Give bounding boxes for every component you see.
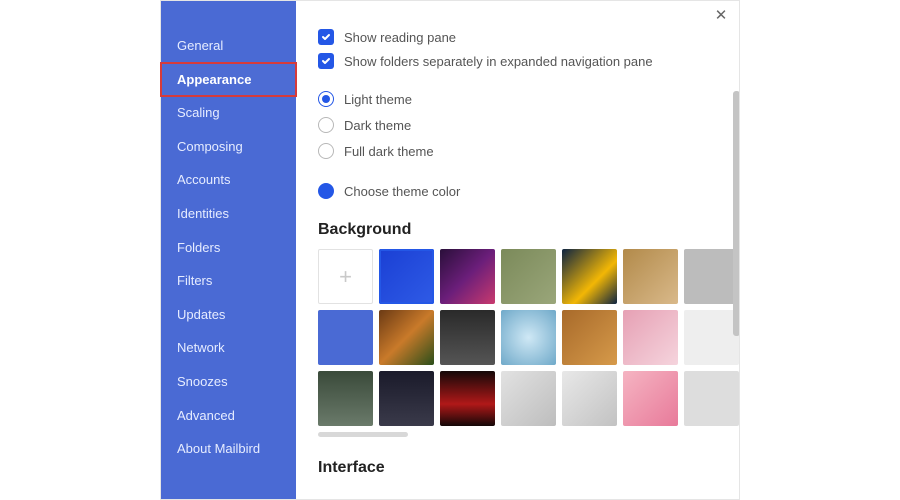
background-tile[interactable] xyxy=(684,310,739,365)
background-tile[interactable] xyxy=(440,310,495,365)
sidebar-item-snoozes[interactable]: Snoozes xyxy=(161,365,296,399)
close-button[interactable]: ✕ xyxy=(711,5,731,25)
background-tile[interactable] xyxy=(623,310,678,365)
content-scrollbar[interactable] xyxy=(733,91,739,336)
label-light-theme: Light theme xyxy=(344,92,412,107)
background-scrollbar[interactable] xyxy=(318,432,408,437)
sidebar-item-advanced[interactable]: Advanced xyxy=(161,399,296,433)
background-tile[interactable] xyxy=(684,371,739,426)
settings-dialog: General Appearance Scaling Composing Acc… xyxy=(160,0,740,500)
radio-light-theme[interactable] xyxy=(318,91,334,107)
label-reading-pane: Show reading pane xyxy=(344,30,456,45)
settings-sidebar: General Appearance Scaling Composing Acc… xyxy=(161,1,296,499)
background-tile[interactable] xyxy=(501,249,556,304)
background-tile[interactable] xyxy=(501,371,556,426)
label-dark-theme: Dark theme xyxy=(344,118,411,133)
sidebar-item-composing[interactable]: Composing xyxy=(161,130,296,164)
sidebar-item-identities[interactable]: Identities xyxy=(161,197,296,231)
section-title-interface: Interface xyxy=(318,459,717,477)
sidebar-item-accounts[interactable]: Accounts xyxy=(161,163,296,197)
radio-full-dark-theme[interactable] xyxy=(318,143,334,159)
background-tile[interactable] xyxy=(379,371,434,426)
background-tile[interactable] xyxy=(318,310,373,365)
background-tile[interactable] xyxy=(623,249,678,304)
background-tile[interactable] xyxy=(379,310,434,365)
checkbox-folders-separately[interactable] xyxy=(318,53,334,69)
radio-dark-theme[interactable] xyxy=(318,117,334,133)
plus-icon: + xyxy=(339,264,352,290)
background-tile[interactable] xyxy=(318,371,373,426)
sidebar-item-network[interactable]: Network xyxy=(161,331,296,365)
background-tile[interactable] xyxy=(501,310,556,365)
label-folders-separately: Show folders separately in expanded navi… xyxy=(344,54,653,69)
checkbox-reading-pane[interactable] xyxy=(318,29,334,45)
sidebar-item-scaling[interactable]: Scaling xyxy=(161,96,296,130)
section-title-background: Background xyxy=(318,221,717,239)
background-tile[interactable] xyxy=(562,249,617,304)
background-add-tile[interactable]: + xyxy=(318,249,373,304)
background-tile[interactable] xyxy=(623,371,678,426)
sidebar-item-general[interactable]: General xyxy=(161,29,296,63)
background-tile[interactable] xyxy=(440,249,495,304)
background-tile[interactable] xyxy=(562,371,617,426)
theme-color-swatch[interactable] xyxy=(318,183,334,199)
sidebar-item-updates[interactable]: Updates xyxy=(161,298,296,332)
sidebar-item-about[interactable]: About Mailbird xyxy=(161,432,296,466)
background-grid: + xyxy=(318,249,717,426)
background-tile[interactable] xyxy=(684,249,739,304)
sidebar-item-appearance[interactable]: Appearance xyxy=(161,63,296,97)
settings-content: ✕ Show reading pane Show folders separat… xyxy=(296,1,739,499)
label-choose-color: Choose theme color xyxy=(344,184,460,199)
background-tile[interactable] xyxy=(562,310,617,365)
background-tile[interactable] xyxy=(440,371,495,426)
sidebar-item-folders[interactable]: Folders xyxy=(161,231,296,265)
sidebar-item-filters[interactable]: Filters xyxy=(161,264,296,298)
background-tile[interactable] xyxy=(379,249,434,304)
close-icon: ✕ xyxy=(715,6,728,24)
label-full-dark-theme: Full dark theme xyxy=(344,144,434,159)
